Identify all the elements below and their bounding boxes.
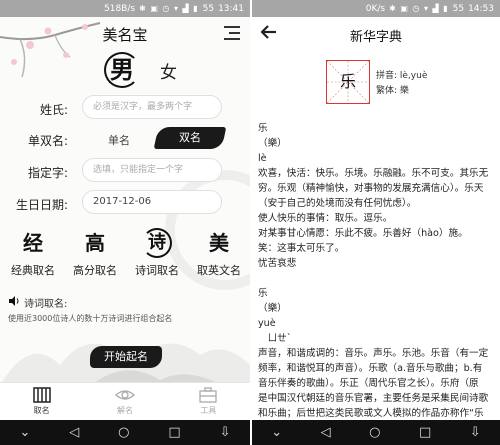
toolbox-icon	[199, 387, 217, 403]
birthday-label: 生日日期:	[15, 198, 68, 212]
definition-line: 对某事甘心情愿：乐此不疲。乐善好（hào）施。	[258, 228, 468, 239]
definition-line: 声音，和谐成调的：音乐。声乐。乐池。乐音（有一定	[258, 348, 489, 359]
status-bar: 518B/s ✱ ▣ ◷ ▾ ▟ ▮ 55 13:41	[0, 0, 250, 17]
definition-line: 欢喜，快活：快乐。乐境。乐融融。乐不可支。其乐无	[258, 168, 489, 179]
start-naming-button[interactable]: 开始起名	[90, 346, 162, 368]
english-glyph-icon: 美	[209, 231, 229, 255]
nav-recents-icon[interactable]: □	[168, 420, 180, 445]
definition-line: 忧苦哀悲	[258, 258, 297, 269]
method-label: 取英文名	[197, 264, 241, 277]
method-high-score[interactable]: 高 高分取名	[64, 228, 126, 278]
bottom-tab-bar: 取名 解名 工具	[0, 382, 250, 420]
tab-naming[interactable]: 取名	[12, 383, 72, 420]
eye-icon	[115, 390, 135, 400]
definition-gap	[258, 271, 496, 286]
definition-line: 使人快乐的事情：取乐。逗乐。	[258, 213, 393, 224]
character-grid-box: 乐	[326, 60, 370, 104]
nav-notification-icon[interactable]: ⇩	[470, 420, 481, 445]
book-stack-icon	[32, 387, 51, 403]
tab-label: 取名	[33, 406, 50, 415]
nav-recents-icon[interactable]: □	[419, 420, 431, 445]
nav-notification-icon[interactable]: ⇩	[220, 420, 231, 445]
battery-level: 55	[202, 3, 215, 14]
name-type-label: 单双名:	[27, 134, 68, 148]
dictionary-character: 乐	[339, 72, 356, 91]
definition-line: 和乐曲；后世把这类民歌或文人模拟的作品亦称作“乐	[258, 408, 484, 419]
speaker-icon	[9, 296, 19, 306]
nav-dropdown-icon[interactable]: ⌄	[271, 420, 282, 445]
pinyin-text: 拼音: lè,yuè	[376, 71, 428, 81]
poem-method-title: 诗词取名:	[24, 299, 68, 310]
high-score-glyph-icon: 高	[85, 231, 105, 255]
definition-line: 音乐伴奏的歌曲）。乐正（周代乐官之长）。乐府（原	[258, 378, 479, 389]
battery-level: 55	[452, 3, 465, 14]
definition-line: yuè	[258, 318, 276, 329]
definition-line: 乐	[258, 288, 268, 299]
method-label: 经典取名	[11, 264, 55, 277]
network-speed: 0K/s	[365, 3, 386, 14]
poem-method-description: 使用近3000位诗人的数十万诗词进行组合起名	[8, 314, 173, 323]
definition-line: 穷。乐观（精神愉快，对事物的发展充满信心）。乐天	[258, 183, 484, 194]
definition-line: （樂）	[258, 138, 287, 149]
status-icons: ✱ ▣ ◷ ▾ ▟ ▮	[389, 4, 449, 13]
tab-interpret[interactable]: 解名	[95, 383, 155, 420]
right-phone-screen: 0K/s ✱ ▣ ◷ ▾ ▟ ▮ 55 14:53 新华字典 乐 拼音: lè,…	[252, 0, 500, 445]
double-name-option[interactable]: 双名	[153, 127, 227, 149]
method-classic[interactable]: 经 经典取名	[2, 228, 64, 278]
status-icons: ✱ ▣ ◷ ▾ ▟ ▮	[139, 4, 199, 13]
tab-tools[interactable]: 工具	[178, 383, 238, 420]
nav-back-icon[interactable]: ◁	[321, 420, 331, 445]
definition-line: 乐	[258, 123, 268, 134]
definition-body: 乐 （樂） lè 欢喜，快活：快乐。乐境。乐融融。乐不可支。其乐无 穷。乐观（精神愉快，…	[258, 121, 496, 421]
definition-line: ㄩㄝˋ	[258, 333, 292, 344]
gender-male-option[interactable]: 男	[104, 52, 140, 88]
surname-label: 姓氏:	[39, 103, 68, 117]
definition-line: （樂）	[258, 303, 287, 314]
method-label: 高分取名	[73, 264, 117, 277]
poem-glyph-icon: 诗	[142, 228, 172, 258]
definition-line: 是中国汉代朝廷的音乐官署，主要任务是采集民间诗歌	[258, 393, 489, 404]
method-poem[interactable]: 诗 诗词取名	[126, 228, 188, 278]
system-nav-bar: ⌄ ◁ ○ □ ⇩	[0, 420, 250, 445]
nav-home-icon[interactable]: ○	[118, 420, 129, 445]
fixed-char-input[interactable]: 选填，只能指定一个字	[82, 158, 222, 182]
dictionary-title: 新华字典	[349, 30, 402, 45]
tab-label: 工具	[200, 406, 217, 415]
surname-input[interactable]: 必须是汉字，最多两个字	[82, 95, 222, 119]
system-nav-bar: ⌄ ◁ ○ □ ⇩	[252, 420, 500, 445]
clock: 13:41	[218, 3, 244, 14]
ink-mountain-decoration	[0, 343, 250, 395]
double-name-label: 双名	[179, 131, 201, 144]
definition-line: 频率，和谐悦耳的声音）。乐歌（a.音乐与歌曲；b.有	[258, 363, 483, 374]
method-english[interactable]: 美 取英文名	[188, 228, 250, 278]
status-bar: 0K/s ✱ ▣ ◷ ▾ ▟ ▮ 55 14:53	[252, 0, 500, 17]
gender-female-option[interactable]: 女	[160, 58, 177, 83]
fixed-char-label: 指定字:	[27, 166, 68, 180]
network-speed: 518B/s	[104, 3, 136, 14]
nav-dropdown-icon[interactable]: ⌄	[19, 420, 30, 445]
nav-back-icon[interactable]: ◁	[69, 420, 79, 445]
definition-line: lè	[258, 153, 267, 164]
app-title: 美名宝	[102, 26, 148, 44]
definition-line: 笑：这事太可乐了。	[258, 243, 345, 254]
nav-home-icon[interactable]: ○	[369, 420, 380, 445]
clock: 14:53	[468, 3, 494, 14]
left-phone-screen: 518B/s ✱ ▣ ◷ ▾ ▟ ▮ 55 13:41 美名宝 男 女 姓氏: …	[0, 0, 250, 445]
definition-line: （安于自己的处境而没有任何忧虑）。	[258, 198, 417, 209]
menu-icon[interactable]	[224, 26, 240, 40]
method-label: 诗词取名	[135, 264, 179, 277]
traditional-form-text: 繁体: 樂	[376, 86, 409, 96]
classic-glyph-icon: 经	[23, 231, 43, 255]
single-name-option[interactable]: 单名	[108, 132, 130, 148]
birthday-input[interactable]: 2017-12-06	[82, 190, 222, 214]
tab-label: 解名	[116, 406, 133, 415]
